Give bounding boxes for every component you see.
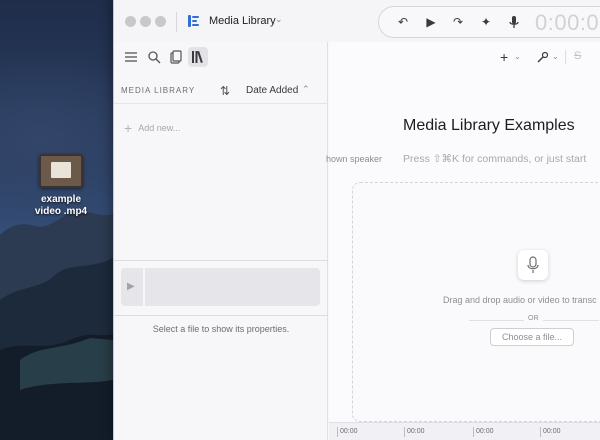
desktop-video-file[interactable]: example video .mp4	[30, 150, 92, 218]
wrench-icon[interactable]	[537, 51, 549, 63]
file-dropzone[interactable]: Drag and drop audio or video to transc O…	[352, 182, 600, 422]
app-title[interactable]: Media Library	[209, 15, 276, 27]
library-header: MEDIA LIBRARY ⇅ Date Added ⌃	[114, 76, 328, 104]
zoom-window-button[interactable]	[155, 16, 166, 27]
titlebar-divider	[176, 12, 177, 32]
strikethrough-icon[interactable]: S	[574, 50, 581, 62]
media-player[interactable]: ▶	[121, 268, 320, 306]
menu-icon[interactable]	[124, 50, 138, 64]
chevron-updown-icon[interactable]: ⌃	[302, 84, 310, 95]
microphone-icon[interactable]	[506, 14, 522, 30]
microphone-icon	[518, 250, 548, 280]
sidebar-toolbar	[114, 42, 328, 72]
editor-pane: + ⌄ ⌄ S Media Library Examples hown spea…	[326, 42, 600, 440]
choose-file-button[interactable]: Choose a file...	[490, 328, 574, 346]
timeline-tick: 00:00	[337, 427, 358, 437]
chevron-down-icon[interactable]: ⌄	[514, 52, 521, 61]
timeline-ruler[interactable]: 00:00 00:00 00:00 00:00	[329, 422, 600, 440]
app-window: Media Library ⌄ ↶ ▶ ↷ ✦ 0:00:0 MEDIA LIB…	[113, 0, 600, 440]
close-window-button[interactable]	[125, 16, 136, 27]
title-bar: Media Library ⌄ ↶ ▶ ↷ ✦ 0:00:0	[114, 0, 600, 42]
or-label: OR	[524, 315, 543, 322]
timeline-tick: 00:00	[540, 427, 561, 437]
player-separator	[143, 268, 145, 306]
documents-icon[interactable]	[169, 50, 183, 64]
timeline-tick: 00:00	[473, 427, 494, 437]
player-play-icon[interactable]: ▶	[127, 281, 135, 292]
undo-icon[interactable]: ↶	[395, 14, 411, 30]
effects-icon[interactable]: ✦	[478, 14, 494, 30]
sidebar-divider-2	[114, 315, 328, 316]
wallpaper-landscape	[0, 211, 113, 440]
speaker-label[interactable]: hown speaker	[326, 154, 382, 164]
chevron-down-icon[interactable]: ⌄	[275, 14, 283, 25]
library-icon[interactable]	[188, 47, 208, 67]
sort-by-dropdown[interactable]: Date Added	[246, 85, 298, 96]
library-section-title: MEDIA LIBRARY	[121, 86, 196, 95]
desktop-file-label: example video .mp4	[34, 194, 88, 217]
transport-controls: ↶ ▶ ↷ ✦ 0:00:0	[378, 6, 600, 38]
play-icon[interactable]: ▶	[423, 14, 439, 30]
command-hint[interactable]: Press ⇧⌘K for commands, or just start	[403, 153, 586, 165]
properties-message: Select a file to show its properties.	[152, 324, 290, 334]
timecode-display: 0:00:0	[535, 10, 600, 35]
library-sidebar: MEDIA LIBRARY ⇅ Date Added ⌃ + Add new...…	[114, 42, 328, 440]
minimize-window-button[interactable]	[140, 16, 151, 27]
sort-direction-icon[interactable]: ⇅	[220, 84, 230, 98]
redo-icon[interactable]: ↷	[450, 14, 466, 30]
search-icon[interactable]	[147, 50, 161, 64]
video-thumbnail-icon	[39, 154, 83, 188]
timeline-tick: 00:00	[404, 427, 425, 437]
editor-toolbar: + ⌄ ⌄ S	[329, 42, 600, 72]
toolbar-separator	[565, 50, 566, 64]
document-title[interactable]: Media Library Examples	[403, 117, 575, 135]
app-logo-icon	[188, 15, 199, 27]
chevron-down-icon[interactable]: ⌄	[552, 52, 559, 61]
add-icon[interactable]: +	[500, 49, 508, 65]
dropzone-instructions: Drag and drop audio or video to transc	[443, 295, 597, 305]
plus-icon: +	[124, 120, 133, 136]
add-new-button[interactable]: + Add new...	[124, 120, 180, 136]
add-new-label: Add new...	[138, 123, 181, 133]
sidebar-divider	[114, 260, 328, 261]
